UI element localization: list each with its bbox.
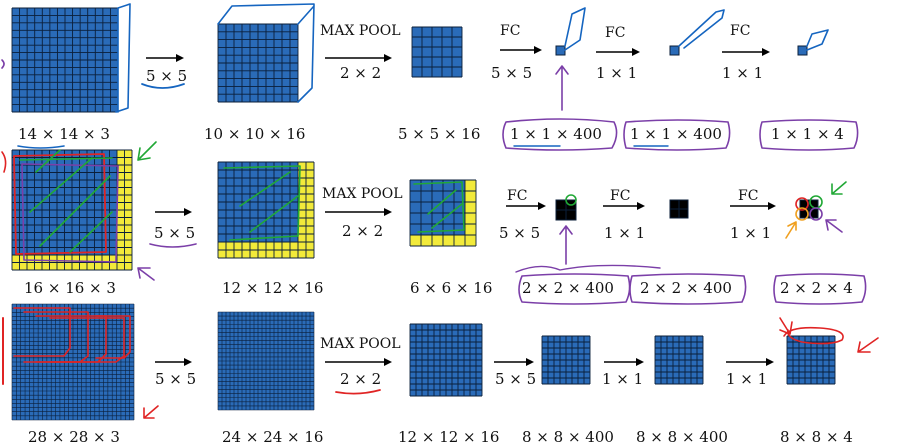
row2-fc3-op: 1 × 1 [730, 224, 772, 242]
row3-arrow-fc3 [726, 358, 774, 366]
row1-input-label: 14 × 14 × 3 [18, 125, 110, 143]
row1-pool-op: 2 × 2 [340, 64, 382, 82]
ink-row2-arrow-purple-fc3 [825, 219, 843, 233]
row1-arrow-fc1 [500, 46, 542, 54]
row1-fc3-label: FC [730, 23, 751, 39]
row1-arrow-fc2 [596, 48, 640, 56]
row1-fc2-op: 1 × 1 [596, 64, 638, 82]
row1-pool-grid [411, 26, 463, 78]
row1-fc3-cell [797, 45, 808, 56]
row1-conv-label: 10 × 10 × 16 [204, 125, 306, 143]
row1-input-grid [11, 7, 119, 113]
row2-fc1-grid [555, 199, 577, 221]
row3-fc1-grid [541, 335, 591, 385]
row2-arrow-conv [155, 208, 192, 216]
row3-fc3-out: 8 × 8 × 4 [780, 428, 853, 446]
row1-fc1-op: 5 × 5 [491, 64, 533, 82]
ink-row1-fc2-shape [678, 9, 725, 49]
row3-fc2-op: 1 × 1 [602, 370, 644, 388]
row1-fc1-out: 1 × 1 × 400 [510, 125, 602, 143]
row2-fc1-op: 5 × 5 [499, 224, 541, 242]
ink-row3-right-arrow [857, 337, 879, 353]
row3-conv-label: 24 × 24 × 16 [222, 428, 324, 446]
row3-conv-op: 5 × 5 [155, 370, 197, 388]
ink-row1-fc3-shape [806, 29, 829, 51]
ink-row2-arrow-orange [785, 221, 797, 239]
row2-conv-label: 12 × 12 × 16 [222, 279, 324, 297]
ink-row2-pointer [559, 225, 573, 265]
row2-pool-op: 2 × 2 [342, 222, 384, 240]
row3-arrow-pool [325, 358, 392, 366]
ink-row1-fc1-shape [564, 7, 586, 51]
row1-pool-out-label: 5 × 5 × 16 [398, 125, 481, 143]
row2-input-label: 16 × 16 × 3 [24, 279, 116, 297]
ink-row1-underline-input [17, 145, 65, 149]
row3-fc2-out: 8 × 8 × 400 [636, 428, 728, 446]
row2-fc2-op: 1 × 1 [604, 224, 646, 242]
row3-arrow-fc2 [604, 358, 644, 366]
row1-fc1-cell [555, 45, 566, 56]
row3-pool-label: MAX POOL [320, 336, 401, 352]
ink-row2-arrow-green-top [137, 141, 157, 161]
row3-fc3-op: 1 × 1 [726, 370, 768, 388]
row2-conv-op: 5 × 5 [154, 224, 196, 242]
ink-row3-underline-pool [335, 389, 381, 395]
row1-conv-op: 5 × 5 [146, 67, 188, 85]
row3-input-label: 28 × 28 × 3 [28, 428, 120, 446]
ink-row1-left-mark [1, 59, 5, 69]
row3-arrow-conv [155, 358, 192, 366]
row2-pool-label: MAX POOL [322, 186, 403, 202]
row1-fc2-label: FC [605, 25, 626, 41]
row3-fc1-op: 5 × 5 [495, 370, 537, 388]
row1-fc3-op: 1 × 1 [722, 64, 764, 82]
row2-pool-out-label: 6 × 6 × 16 [410, 279, 493, 297]
row1-fc3-out: 1 × 1 × 4 [771, 125, 844, 143]
ink-row1-pointer [555, 65, 569, 111]
ink-row2-arrow-purple-in [137, 267, 155, 281]
ink-row3-fc3-arrow [779, 317, 793, 335]
row2-fc1-out: 2 × 2 × 400 [522, 279, 614, 297]
row1-arrow-conv [146, 54, 184, 62]
ink-row2-underline-op [149, 243, 197, 248]
row3-fc1-out: 8 × 8 × 400 [522, 428, 614, 446]
ink-row2-squiggle [515, 264, 661, 273]
row1-arrow-pool [325, 54, 392, 62]
grid-layer [11, 7, 836, 421]
row3-pool-grid [409, 323, 483, 397]
row2-pool-grid [409, 179, 477, 247]
row3-pool-op: 2 × 2 [340, 370, 382, 388]
row1-fc2-out: 1 × 1 × 400 [630, 125, 722, 143]
ink-row2-left-red [1, 151, 7, 173]
row3-fc2-grid [654, 335, 704, 385]
row1-fc1-label: FC [500, 23, 521, 39]
row1-fc2-cell [669, 45, 680, 56]
row2-fc3-out: 2 × 2 × 4 [780, 279, 853, 297]
row1-conv-grid [217, 23, 299, 103]
row2-fc1-label: FC [507, 188, 528, 204]
row2-fc2-out: 2 × 2 × 400 [640, 279, 732, 297]
row3-pool-out-label: 12 × 12 × 16 [398, 428, 500, 446]
row3-arrow-fc1 [494, 358, 534, 366]
row3-conv-grid [217, 311, 315, 411]
row1-arrow-fc3 [722, 48, 770, 56]
row2-fc3-grid [799, 199, 819, 219]
row2-arrow-pool [325, 208, 392, 216]
row2-fc2-grid [669, 199, 689, 219]
ink-row2-arrow-green-fc3 [831, 181, 847, 195]
row2-fc3-label: FC [738, 188, 759, 204]
ink-row3-arrow-in [143, 405, 159, 419]
ink-row1-depth-box [115, 3, 131, 113]
row2-fc2-label: FC [610, 188, 631, 204]
row1-pool-label: MAX POOL [320, 23, 401, 39]
